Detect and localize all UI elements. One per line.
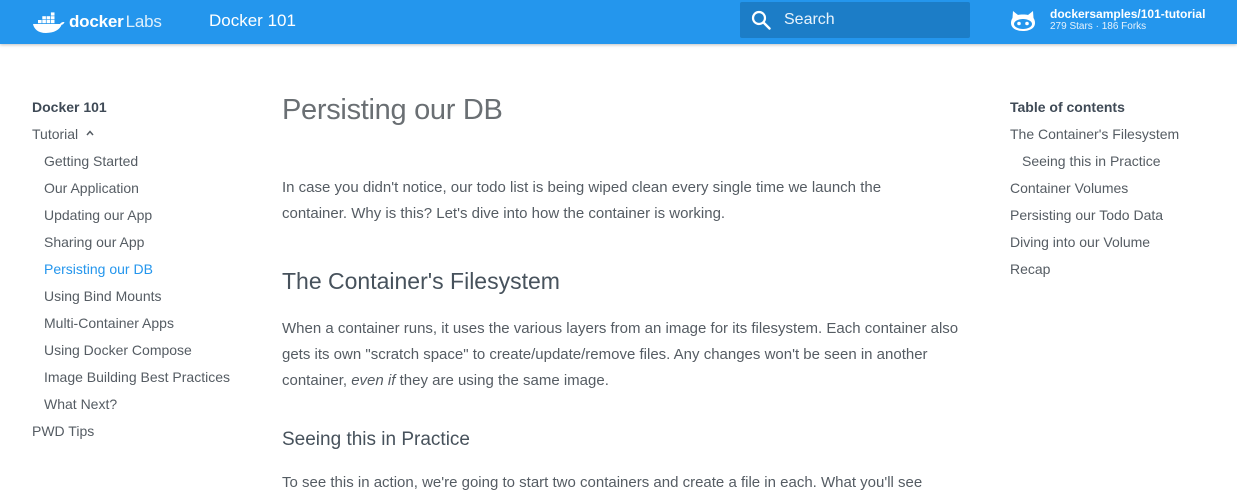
filesystem-text-b: they are using the same image. bbox=[395, 372, 609, 389]
toc-item-diving-into-volume[interactable]: Diving into our Volume bbox=[1010, 233, 1230, 260]
section-heading-practice: Seeing this in Practice bbox=[282, 429, 470, 450]
docker-labs-logo[interactable]: docker Labs bbox=[32, 8, 162, 36]
table-of-contents: Table of contents The Container's Filesy… bbox=[1010, 98, 1230, 287]
nav-item-what-next[interactable]: What Next? bbox=[32, 395, 262, 422]
main-content: Persisting our DB In case you didn't not… bbox=[282, 92, 982, 491]
nav-item-using-docker-compose[interactable]: Using Docker Compose bbox=[32, 341, 262, 368]
nav-item-sharing-our-app[interactable]: Sharing our App bbox=[32, 233, 262, 260]
page-title: Persisting our DB bbox=[282, 94, 503, 126]
nav-item-using-bind-mounts[interactable]: Using Bind Mounts bbox=[32, 287, 262, 314]
nav-item-multi-container-apps[interactable]: Multi-Container Apps bbox=[32, 314, 262, 341]
logo-docker-text: docker bbox=[69, 12, 124, 31]
search-icon[interactable] bbox=[751, 10, 771, 30]
docker-whale-icon bbox=[33, 12, 65, 33]
practice-paragraph: To see this in action, we're going to st… bbox=[282, 474, 923, 491]
nav-section-label: Tutorial bbox=[32, 126, 79, 142]
logo-labs-text: Labs bbox=[125, 12, 162, 31]
chevron-up-icon[interactable] bbox=[85, 128, 95, 138]
toc-item-container-volumes[interactable]: Container Volumes bbox=[1010, 179, 1230, 206]
intro-paragraph: In case you didn't notice, our todo list… bbox=[282, 179, 882, 222]
toc-item-container-filesystem[interactable]: The Container's Filesystem bbox=[1010, 125, 1230, 152]
filesystem-paragraph: When a container runs, it uses the vario… bbox=[282, 316, 982, 394]
left-navigation: Docker 101 Tutorial Getting Started Our … bbox=[32, 98, 262, 449]
search-input[interactable] bbox=[784, 10, 954, 30]
toc-item-persisting-todo-data[interactable]: Persisting our Todo Data bbox=[1010, 206, 1230, 233]
nav-item-persisting-our-db[interactable]: Persisting our DB bbox=[32, 260, 262, 287]
top-header: dockerLabs Docker 101 dockersamples/101-… bbox=[0, 0, 1237, 44]
nav-title[interactable]: Docker 101 bbox=[32, 98, 262, 125]
toc-item-seeing-this-in-practice[interactable]: Seeing this in Practice bbox=[1010, 152, 1230, 179]
nav-section-tutorial[interactable]: Tutorial bbox=[32, 125, 262, 152]
github-icon bbox=[1011, 11, 1035, 31]
repo-stats: 279 Stars · 186 Forks bbox=[1050, 20, 1147, 32]
toc-item-recap[interactable]: Recap bbox=[1010, 260, 1230, 287]
filesystem-text-emphasis: even if bbox=[351, 372, 396, 389]
site-title[interactable]: Docker 101 bbox=[209, 11, 296, 31]
nav-item-getting-started[interactable]: Getting Started bbox=[32, 152, 262, 179]
repo-name: dockersamples/101-tutorial bbox=[1050, 6, 1206, 21]
nav-item-our-application[interactable]: Our Application bbox=[32, 179, 262, 206]
nav-item-image-building-best-practices[interactable]: Image Building Best Practices bbox=[32, 368, 262, 395]
search-box[interactable] bbox=[740, 2, 970, 38]
toc-title: Table of contents bbox=[1010, 99, 1125, 115]
nav-item-updating-our-app[interactable]: Updating our App bbox=[32, 206, 262, 233]
nav-item-pwd-tips[interactable]: PWD Tips bbox=[32, 422, 262, 449]
section-heading-filesystem: The Container's Filesystem bbox=[282, 268, 560, 294]
repo-link[interactable]: dockersamples/101-tutorial 279 Stars · 1… bbox=[1010, 7, 1205, 33]
